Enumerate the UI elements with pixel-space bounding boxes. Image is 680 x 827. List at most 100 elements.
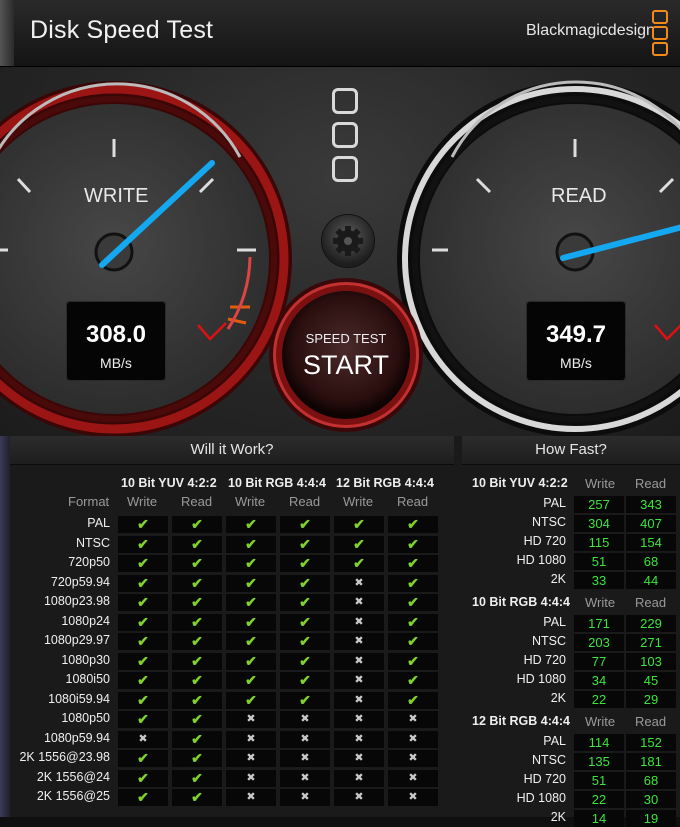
format-row-label: 1080p23.98 xyxy=(43,594,110,608)
check-icon: ✔ xyxy=(118,535,168,553)
check-icon: ✔ xyxy=(280,652,330,670)
write-speed-readout: 308.0 MB/s xyxy=(66,301,166,381)
format-row-label: 720p59.94 xyxy=(50,574,110,589)
check-icon: ✔ xyxy=(172,574,222,592)
speed-test-start-button[interactable]: SPEED TEST START xyxy=(282,291,410,419)
format-row-label: 1080p59.94 xyxy=(43,730,110,745)
read-speed-cell: 343 xyxy=(626,496,676,513)
format-group-header: 10 Bit YUV 4:2:2 xyxy=(121,476,217,490)
read-speed-cell: 19 xyxy=(626,810,676,827)
read-column-header: Read xyxy=(289,494,321,509)
cross-icon: ✖ xyxy=(280,789,330,806)
cross-icon: ✖ xyxy=(280,769,330,787)
cross-icon: ✖ xyxy=(334,730,384,748)
write-speed-cell: 51 xyxy=(574,553,624,570)
speed-row-label: PAL xyxy=(543,615,566,629)
speed-row-label: 2K xyxy=(550,572,566,586)
settings-button[interactable] xyxy=(322,215,374,267)
check-icon: ✔ xyxy=(118,613,168,631)
check-icon: ✔ xyxy=(226,691,276,709)
cross-icon: ✖ xyxy=(388,711,438,728)
speed-row-label: HD 1080 xyxy=(516,791,566,805)
check-icon: ✔ xyxy=(118,672,168,689)
cross-icon: ✖ xyxy=(388,789,438,806)
write-speed-cell: 257 xyxy=(574,496,624,513)
speed-row-label: HD 1080 xyxy=(516,672,566,686)
check-icon: ✔ xyxy=(118,633,168,650)
check-icon: ✔ xyxy=(118,691,168,709)
check-icon: ✔ xyxy=(118,711,168,728)
format-row-label: 1080p24 xyxy=(61,613,110,628)
cross-icon: ✖ xyxy=(280,711,330,728)
format-row-label: 1080p29.97 xyxy=(43,633,110,647)
write-speed-value: 308.0 xyxy=(85,321,147,348)
check-icon: ✔ xyxy=(226,672,276,689)
format-group-header: 10 Bit RGB 4:4:4 xyxy=(228,476,326,490)
cross-icon: ✖ xyxy=(334,613,384,631)
check-icon: ✔ xyxy=(172,652,222,670)
cross-icon: ✖ xyxy=(388,750,438,767)
speed-group-header: 10 Bit YUV 4:2:2 xyxy=(472,476,568,490)
read-speed-cell: 68 xyxy=(626,772,676,789)
read-gauge-label: READ xyxy=(551,185,607,207)
write-column-header: Write xyxy=(127,494,158,509)
read-speed-cell: 45 xyxy=(626,672,676,689)
check-icon: ✔ xyxy=(172,535,222,553)
format-column-header: Format xyxy=(68,494,110,509)
speed-row-label: PAL xyxy=(543,734,566,748)
write-column-header: Write xyxy=(343,494,374,509)
check-icon: ✔ xyxy=(172,750,222,767)
speed-row-label: HD 1080 xyxy=(516,553,566,567)
check-icon: ✔ xyxy=(172,555,222,572)
cross-icon: ✖ xyxy=(226,769,276,787)
read-column-header: Read xyxy=(397,494,429,509)
check-icon: ✔ xyxy=(334,555,384,572)
speed-row-label: NTSC xyxy=(531,634,566,648)
check-icon: ✔ xyxy=(172,594,222,611)
cross-icon: ✖ xyxy=(334,672,384,689)
read-column-header: Read xyxy=(635,714,667,729)
format-row-label: 1080i50 xyxy=(65,672,111,686)
check-icon: ✔ xyxy=(226,574,276,592)
check-icon: ✔ xyxy=(172,613,222,631)
cross-icon: ✖ xyxy=(334,711,384,728)
write-column-header: Write xyxy=(235,494,266,509)
check-icon: ✔ xyxy=(172,769,222,787)
check-icon: ✔ xyxy=(118,555,168,572)
format-row-label: NTSC xyxy=(75,535,110,550)
check-icon: ✔ xyxy=(388,555,438,572)
check-icon: ✔ xyxy=(226,535,276,553)
cross-icon: ✖ xyxy=(334,652,384,670)
check-icon: ✔ xyxy=(388,574,438,592)
cross-icon: ✖ xyxy=(334,633,384,650)
write-speed-cell: 51 xyxy=(574,772,624,789)
check-icon: ✔ xyxy=(226,555,276,572)
check-icon: ✔ xyxy=(226,594,276,611)
check-icon: ✔ xyxy=(334,535,384,553)
check-icon: ✔ xyxy=(172,691,222,709)
blackmagic-logo-icon xyxy=(652,10,668,56)
check-icon: ✔ xyxy=(280,555,330,572)
how-fast-title: How Fast? xyxy=(462,436,680,465)
write-column-header: Write xyxy=(585,714,616,729)
cross-icon: ✖ xyxy=(334,574,384,592)
speed-group-header: 10 Bit RGB 4:4:4 xyxy=(472,595,570,609)
check-icon: ✔ xyxy=(118,574,168,592)
format-row-label: 2K 1556@25 xyxy=(36,789,110,803)
write-speed-cell: 33 xyxy=(574,572,624,589)
check-icon: ✔ xyxy=(388,672,438,689)
check-icon: ✔ xyxy=(172,789,222,806)
speed-row-label: 2K xyxy=(550,691,566,705)
will-it-work-title: Will it Work? xyxy=(10,436,454,465)
format-row-label: PAL xyxy=(87,516,110,530)
write-gauge-label: WRITE xyxy=(84,185,149,207)
speed-row-label: NTSC xyxy=(531,753,566,767)
check-icon: ✔ xyxy=(118,769,168,787)
background-strip xyxy=(0,436,10,817)
check-icon: ✔ xyxy=(280,613,330,631)
speed-row-label: 2K xyxy=(550,810,566,824)
check-icon: ✔ xyxy=(280,535,330,553)
read-speed-cell: 407 xyxy=(626,515,676,532)
check-icon: ✔ xyxy=(226,652,276,670)
title-bar: Disk Speed Test Blackmagicdesign xyxy=(0,0,680,67)
